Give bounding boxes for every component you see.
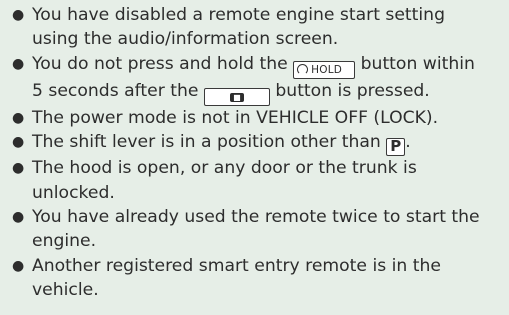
remote-start-hold-button-icon: HOLD bbox=[293, 60, 356, 79]
list-item-text-before: You do not press and hold the bbox=[32, 53, 288, 74]
padlock-icon: ■ bbox=[229, 92, 244, 102]
list-item-text: The hood is open, or any door or the tru… bbox=[32, 158, 417, 203]
list-item-text: Another registered smart entry remote is… bbox=[32, 255, 441, 301]
list-item-text: The power mode is not in VEHICLE OFF (LO… bbox=[32, 107, 439, 128]
bullet-icon: ● bbox=[12, 160, 25, 177]
remote-start-conditions-list: ● You have disabled a remote engine star… bbox=[10, 3, 509, 303]
list-item-text-after: . bbox=[405, 132, 411, 153]
list-item-text-after: button is pressed. bbox=[275, 80, 430, 101]
list-item: ● You do not press and hold the HOLD but… bbox=[10, 52, 488, 106]
hold-button-label: HOLD bbox=[311, 63, 343, 76]
bullet-icon: ● bbox=[12, 109, 25, 126]
list-item: ● The hood is open, or any door or the t… bbox=[10, 156, 488, 205]
bullet-icon: ● bbox=[12, 134, 25, 151]
bullet-icon: ● bbox=[12, 7, 25, 23]
manual-page: ● You have disabled a remote engine star… bbox=[0, 0, 509, 315]
bullet-icon: ● bbox=[12, 257, 25, 274]
park-key-icon: P bbox=[386, 138, 406, 157]
list-item-text-before: The shift lever is in a position other t… bbox=[32, 132, 381, 153]
list-item: ● You have disabled a remote engine star… bbox=[10, 3, 488, 52]
remote-start-arrow-icon bbox=[297, 63, 309, 75]
bullet-icon: ● bbox=[12, 55, 25, 72]
list-item: ● The shift lever is in a position other… bbox=[10, 130, 488, 157]
list-item: ● Another registered smart entry remote … bbox=[10, 254, 488, 303]
list-item-text: You have already used the remote twice t… bbox=[32, 207, 480, 252]
list-item-text: You have disabled a remote engine start … bbox=[32, 5, 445, 50]
bullet-icon: ● bbox=[12, 209, 25, 226]
list-item: ● The power mode is not in VEHICLE OFF (… bbox=[10, 106, 488, 130]
list-item: ● You have already used the remote twice… bbox=[10, 205, 488, 254]
lock-button-icon: ■ bbox=[203, 87, 270, 106]
